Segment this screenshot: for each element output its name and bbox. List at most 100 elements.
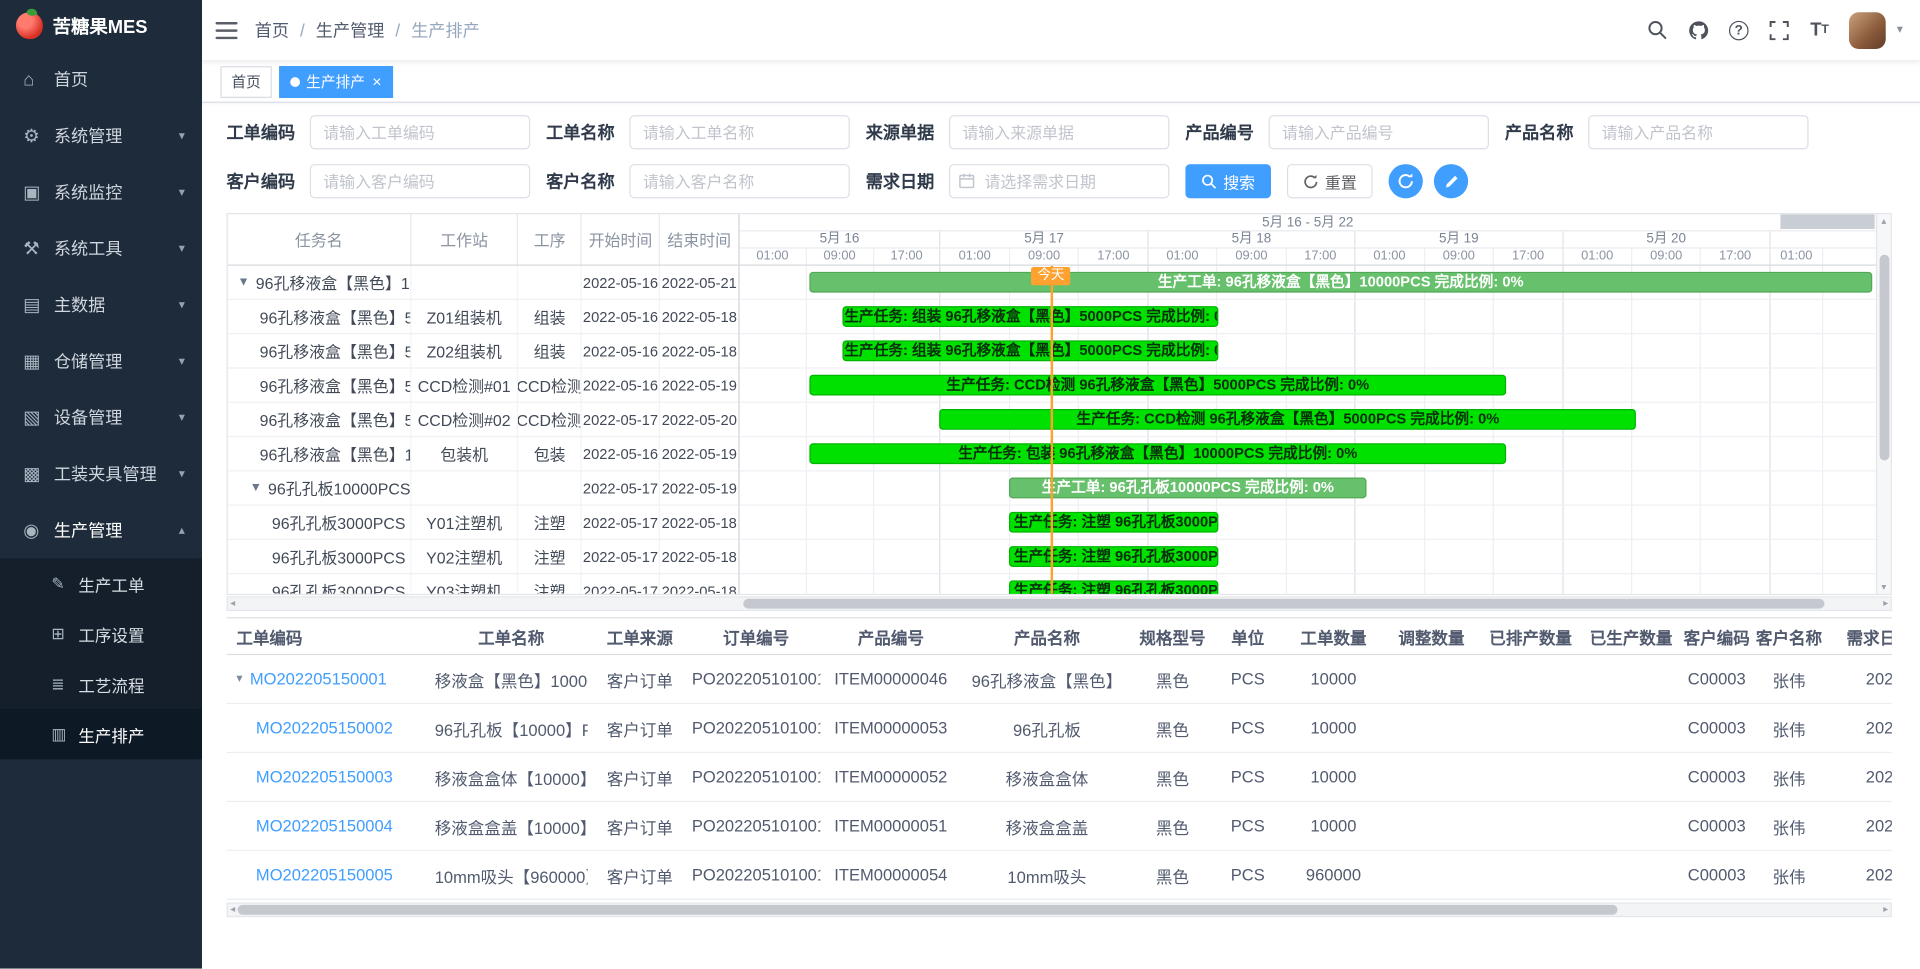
refresh-button[interactable] (1389, 164, 1423, 198)
order-row[interactable]: MO202205150003 移液盒盒体【10000】PCS 客户订单 PO20… (227, 753, 1892, 802)
product-no-input[interactable] (1269, 115, 1489, 149)
gantt-bar-task[interactable]: 生产任务: CCD检测 96孔移液盒【黑色】5000PCS 完成比例: 0% (940, 409, 1637, 430)
monitor-icon: ▣ (23, 181, 54, 203)
work-order-name-input[interactable] (629, 115, 849, 149)
gantt-chart-area: 生产工单: 96孔移液盒【黑色】10000PCS 完成比例: 0% 生产任务: … (740, 266, 1876, 594)
work-orders-table: 工单编码 工单名称 工单来源 订单编号 产品编号 产品名称 规格型号 单位 工单… (227, 617, 1892, 900)
fullscreen-icon[interactable] (1768, 19, 1790, 41)
gantt-task-row[interactable]: 96孔孔板3000PCS Y02注塑机 注塑 2022-05-17 2022-0… (228, 540, 739, 574)
chevron-down-icon: ▾ (179, 186, 185, 199)
gantt-range-overflow-block (1780, 214, 1874, 229)
edit-button[interactable] (1434, 164, 1468, 198)
scroll-down-icon[interactable]: ▾ (1881, 582, 1886, 593)
scrollbar-thumb[interactable] (1879, 255, 1889, 461)
scroll-right-icon[interactable]: ▸ (1883, 904, 1888, 916)
order-code-link[interactable]: MO202205150005 (256, 866, 393, 884)
scroll-up-icon[interactable]: ▴ (1881, 216, 1886, 227)
search-icon[interactable] (1647, 19, 1669, 41)
gantt-bar-task[interactable]: 生产任务: 注塑 96孔孔板3000PCS 完成比例: 0% (1009, 512, 1218, 533)
gantt-bar-task[interactable]: 生产任务: 注塑 96孔孔板3000PCS 完成比例: 0% (1009, 580, 1218, 593)
hamburger-icon[interactable] (216, 21, 238, 38)
gantt-bar-task[interactable]: 生产任务: 组装 96孔移液盒【黑色】5000PCS 完成比例: 0% (843, 306, 1218, 327)
product-name-input[interactable] (1588, 115, 1808, 149)
order-row[interactable]: MO202205150005 10mm吸头【960000】PCS 客户订单 PO… (227, 851, 1892, 900)
gantt-task-row[interactable]: 96孔移液盒【黑色】5000PCS CCD检测#02 CCD检测 2022-05… (228, 403, 739, 437)
expand-caret-icon[interactable]: ▼ (250, 481, 262, 494)
gantt-bar-task[interactable]: 生产任务: 注塑 96孔孔板3000PCS 完成比例: 0% (1009, 546, 1218, 567)
gantt-horizontal-scrollbar[interactable]: ◂ ▸ (227, 596, 1892, 611)
gantt-task-row[interactable]: ▼96孔移液盒【黑色】10000PCS 2022-05-16 2022-05-2… (228, 266, 739, 300)
gantt-task-row[interactable]: 96孔移液盒【黑色】5000PCS Z01组装机 组装 2022-05-16 2… (228, 300, 739, 334)
sidebar-item-home[interactable]: ⌂ 首页 (0, 51, 202, 107)
gantt-bar-work-order[interactable]: 生产工单: 96孔孔板10000PCS 完成比例: 0% (1009, 478, 1367, 499)
app-logo: 苦糖果MES (0, 0, 202, 51)
gantt-bar-task[interactable]: 生产任务: 包装 96孔移液盒【黑色】10000PCS 完成比例: 0% (809, 443, 1507, 464)
gantt-vertical-scrollbar[interactable]: ▴ ▾ (1876, 214, 1891, 594)
order-code-link[interactable]: MO202205150004 (256, 817, 393, 835)
sidebar-item-fixture-management[interactable]: ▩ 工装夹具管理 ▾ (0, 446, 202, 502)
gantt-task-row[interactable]: 96孔孔板3000PCS Y03注塑机 注塑 2022-05-17 2022-0… (228, 574, 739, 594)
search-button[interactable]: 搜索 (1185, 164, 1271, 198)
customer-code-input[interactable] (310, 164, 530, 198)
orders-horizontal-scrollbar[interactable]: ◂ ▸ (227, 902, 1892, 917)
expand-caret-icon[interactable]: ▼ (238, 276, 250, 289)
tab-production-scheduling[interactable]: 生产排产 × (279, 66, 392, 98)
order-row[interactable]: ▾MO202205150001 移液盒【黑色】10000个 客户订单 PO202… (227, 655, 1892, 704)
sidebar-item-master-data[interactable]: ▤ 主数据 ▾ (0, 277, 202, 333)
chevron-down-icon[interactable]: ▾ (1897, 23, 1903, 36)
order-row[interactable]: MO202205150002 96孔孔板【10000】PCS 客户订单 PO20… (227, 704, 1892, 753)
chevron-down-icon: ▾ (179, 298, 185, 311)
scrollbar-thumb[interactable] (743, 599, 1824, 609)
gantt-task-row[interactable]: ▼96孔孔板10000PCS 2022-05-17 2022-05-19 (228, 471, 739, 505)
tab-home[interactable]: 首页 (220, 66, 271, 98)
gantt-bar-work-order[interactable]: 生产工单: 96孔移液盒【黑色】10000PCS 完成比例: 0% (809, 272, 1873, 293)
sidebar-item-production-scheduling[interactable]: ▥ 生产排产 (0, 709, 202, 759)
filter-product-name: 产品名称 (1505, 115, 1809, 149)
sidebar-item-work-order[interactable]: ✎ 生产工单 (0, 558, 202, 608)
breadcrumb-production-management[interactable]: 生产管理 (316, 18, 385, 42)
gantt-bar-rows: 生产工单: 96孔移液盒【黑色】10000PCS 完成比例: 0% 生产任务: … (740, 266, 1876, 594)
reset-button[interactable]: 重置 (1287, 164, 1373, 198)
scroll-left-icon[interactable]: ◂ (230, 904, 235, 916)
chevron-down-icon: ▾ (179, 467, 185, 480)
source-document-input[interactable] (949, 115, 1169, 149)
tags-bar: 首页 生产排产 × (202, 61, 1920, 103)
gantt-panel: 任务名 工作站 工序 开始时间 结束时间 ▼96孔移液盒【黑色】10000PCS… (227, 213, 1892, 595)
gantt-task-row[interactable]: 96孔移液盒【黑色】10000PCS 包装机 包装 2022-05-16 202… (228, 437, 739, 471)
filter-customer-name: 客户名称 (546, 164, 850, 198)
filter-work-order-code: 工单编码 (227, 115, 531, 149)
help-icon[interactable]: ? (1728, 19, 1750, 41)
sidebar-item-system-tools[interactable]: ⚒ 系统工具 ▾ (0, 220, 202, 276)
sidebar-item-process-settings[interactable]: ⊞ 工序设置 (0, 609, 202, 659)
font-size-icon[interactable]: TT (1809, 19, 1831, 41)
gantt-bar-task[interactable]: 生产任务: 组装 96孔移液盒【黑色】5000PCS 完成比例: 0% (843, 340, 1218, 361)
order-code-link[interactable]: MO202205150001 (250, 670, 387, 688)
breadcrumb-home[interactable]: 首页 (255, 18, 289, 42)
sidebar-item-system-management[interactable]: ⚙ 系统管理 ▾ (0, 108, 202, 164)
customer-name-input[interactable] (629, 164, 849, 198)
sidebar-item-system-monitoring[interactable]: ▣ 系统监控 ▾ (0, 164, 202, 220)
avatar[interactable] (1849, 12, 1886, 49)
scrollbar-thumb[interactable] (238, 905, 1618, 915)
gantt-task-row[interactable]: 96孔移液盒【黑色】5000PCS Z02组装机 组装 2022-05-16 2… (228, 334, 739, 368)
expand-caret-icon[interactable]: ▾ (236, 672, 242, 685)
order-row[interactable]: MO202205150004 移液盒盒盖【10000】PCS 客户订单 PO20… (227, 802, 1892, 851)
gantt-timeline-header: 5月 16 - 5月 22 5月 16 5月 17 5月 18 5月 19 5月… (740, 214, 1876, 265)
gantt-timeline: 5月 16 - 5月 22 5月 16 5月 17 5月 18 5月 19 5月… (740, 214, 1876, 594)
close-icon[interactable]: × (372, 73, 381, 89)
demand-date-input[interactable] (949, 164, 1169, 198)
order-code-link[interactable]: MO202205150003 (256, 768, 393, 786)
work-order-code-input[interactable] (310, 115, 530, 149)
scroll-right-icon[interactable]: ▸ (1883, 598, 1888, 610)
gantt-task-row[interactable]: 96孔移液盒【黑色】5000PCS CCD检测#01 CCD检测 2022-05… (228, 369, 739, 403)
github-icon[interactable] (1687, 19, 1709, 41)
scroll-left-icon[interactable]: ◂ (230, 598, 235, 610)
sidebar-item-process-flow[interactable]: ≣ 工艺流程 (0, 659, 202, 709)
sidebar-item-equipment-management[interactable]: ▧ 设备管理 ▾ (0, 389, 202, 445)
gantt-bar-task[interactable]: 生产任务: CCD检测 96孔移液盒【黑色】5000PCS 完成比例: 0% (809, 375, 1507, 396)
gantt-task-row[interactable]: 96孔孔板3000PCS Y01注塑机 注塑 2022-05-17 2022-0… (228, 506, 739, 540)
sidebar-item-warehouse-management[interactable]: ▦ 仓储管理 ▾ (0, 333, 202, 389)
order-code-link[interactable]: MO202205150002 (256, 719, 393, 737)
gantt-days-row: 5月 16 5月 17 5月 18 5月 19 5月 20 (740, 231, 1876, 248)
sidebar-item-production-management[interactable]: ◉ 生产管理 ▴ (0, 502, 202, 558)
